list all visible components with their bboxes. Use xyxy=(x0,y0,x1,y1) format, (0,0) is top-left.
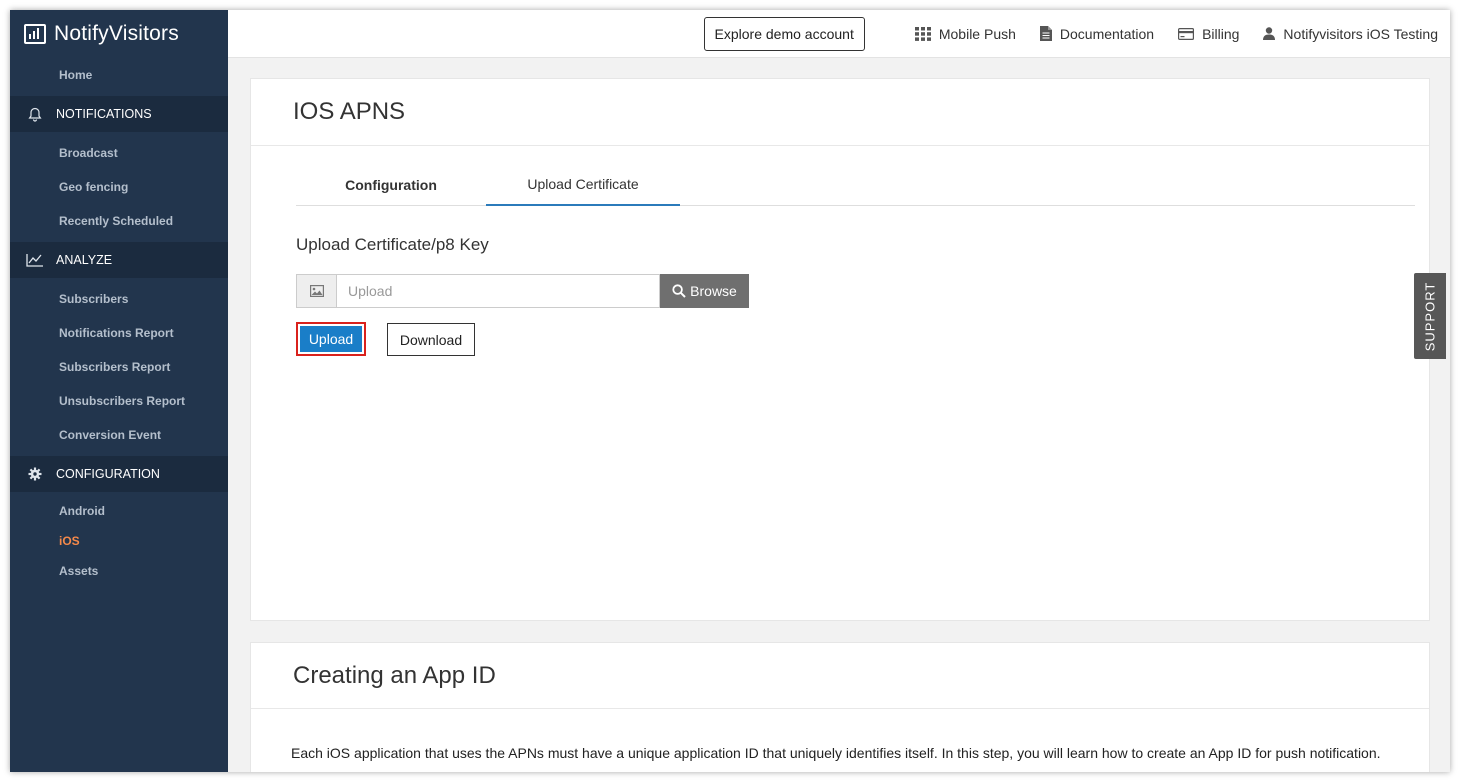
sidebar-item-label: Home xyxy=(59,68,93,82)
mobile-push-link[interactable]: Mobile Push xyxy=(914,25,1016,42)
brand-logo[interactable]: NotifyVisitors xyxy=(10,10,228,58)
document-icon xyxy=(1039,26,1052,41)
sidebar-section-analyze[interactable]: ANALYZE xyxy=(10,242,228,278)
sidebar-item-label: Android xyxy=(59,504,105,518)
upload-file-input[interactable] xyxy=(336,274,660,308)
creating-app-id-card: Creating an App ID Each iOS application … xyxy=(250,642,1430,772)
app-window: NotifyVisitors Home NOTIFICATIONS Broadc… xyxy=(10,10,1450,772)
billing-link[interactable]: Billing xyxy=(1178,26,1239,42)
upload-input-group: Browse xyxy=(296,274,749,308)
sidebar-item-subscribers-report[interactable]: Subscribers Report xyxy=(10,350,228,384)
download-button[interactable]: Download xyxy=(387,323,475,356)
page-title: IOS APNS xyxy=(251,79,1429,146)
sidebar-item-label: Notifications Report xyxy=(59,326,174,340)
sidebar-item-android[interactable]: Android xyxy=(10,496,228,526)
sidebar-item-label: Recently Scheduled xyxy=(59,214,174,228)
browse-button[interactable]: Browse xyxy=(660,274,749,308)
brand-name: NotifyVisitors xyxy=(54,22,179,45)
browse-label: Browse xyxy=(690,283,737,299)
sidebar-item-geo-fencing[interactable]: Geo fencing xyxy=(10,170,228,204)
account-name: Notifyvisitors iOS Testing xyxy=(1283,25,1438,42)
sidebar-section-configuration[interactable]: CONFIGURATION xyxy=(10,456,228,492)
sidebar-item-unsubscribers-report[interactable]: Unsubscribers Report xyxy=(10,384,228,418)
sidebar-item-label: Conversion Event xyxy=(59,428,162,442)
sidebar-item-subscribers[interactable]: Subscribers xyxy=(10,282,228,316)
sidebar-item-recently-scheduled[interactable]: Recently Scheduled xyxy=(10,204,228,238)
image-icon xyxy=(296,274,336,308)
support-tab[interactable]: SUPPORT xyxy=(1414,273,1446,359)
sidebar-item-label: Subscribers xyxy=(59,292,129,306)
tab-upload-certificate[interactable]: Upload Certificate xyxy=(486,164,680,206)
chart-line-icon xyxy=(24,253,46,267)
sidebar-item-label: Broadcast xyxy=(59,146,118,160)
sidebar-item-notifications-report[interactable]: Notifications Report xyxy=(10,316,228,350)
gear-icon xyxy=(24,467,46,481)
ios-apns-card: IOS APNS Configuration Upload Certificat… xyxy=(250,78,1430,621)
section-description: Each iOS application that uses the APNs … xyxy=(291,745,1381,761)
support-label: SUPPORT xyxy=(1422,281,1438,351)
top-navbar: Explore demo account Mobile Push Documen… xyxy=(228,10,1450,58)
sidebar: NotifyVisitors Home NOTIFICATIONS Broadc… xyxy=(10,10,228,772)
sidebar-item-label: Geo fencing xyxy=(59,180,129,194)
sidebar-item-broadcast[interactable]: Broadcast xyxy=(10,136,228,170)
sidebar-item-label: Assets xyxy=(59,564,99,578)
user-icon xyxy=(1263,27,1276,40)
sidebar-section-label: ANALYZE xyxy=(56,253,113,267)
sidebar-item-ios[interactable]: iOS xyxy=(10,526,228,556)
upload-button-label: Upload xyxy=(300,326,362,352)
sidebar-item-assets[interactable]: Assets xyxy=(10,556,228,586)
credit-card-icon xyxy=(1178,27,1195,40)
documentation-link[interactable]: Documentation xyxy=(1039,25,1155,42)
sidebar-item-conversion-event[interactable]: Conversion Event xyxy=(10,418,228,452)
sidebar-section-notifications[interactable]: NOTIFICATIONS xyxy=(10,96,228,132)
search-icon xyxy=(672,284,686,298)
mobile-push-label: Mobile Push xyxy=(938,25,1016,42)
section-title: Creating an App ID xyxy=(251,643,1429,709)
sidebar-item-label: iOS xyxy=(59,534,80,548)
tab-bar: Configuration Upload Certificate xyxy=(296,164,1415,206)
sidebar-item-label: Subscribers Report xyxy=(59,360,171,374)
account-menu[interactable]: Notifyvisitors iOS Testing xyxy=(1263,26,1438,42)
grid-icon xyxy=(914,26,931,41)
sidebar-item-label: Unsubscribers Report xyxy=(59,394,186,408)
upload-button[interactable]: Upload xyxy=(296,322,366,356)
sidebar-section-label: NOTIFICATIONS xyxy=(56,107,152,121)
bell-icon xyxy=(24,107,46,122)
upload-section-label: Upload Certificate/p8 Key xyxy=(296,235,489,254)
logo-icon xyxy=(24,24,46,44)
sidebar-section-label: CONFIGURATION xyxy=(56,467,160,481)
sidebar-item-home[interactable]: Home xyxy=(10,58,228,92)
billing-label: Billing xyxy=(1202,25,1240,42)
explore-demo-button[interactable]: Explore demo account xyxy=(703,16,865,51)
documentation-label: Documentation xyxy=(1059,25,1155,42)
tab-configuration[interactable]: Configuration xyxy=(296,164,486,206)
